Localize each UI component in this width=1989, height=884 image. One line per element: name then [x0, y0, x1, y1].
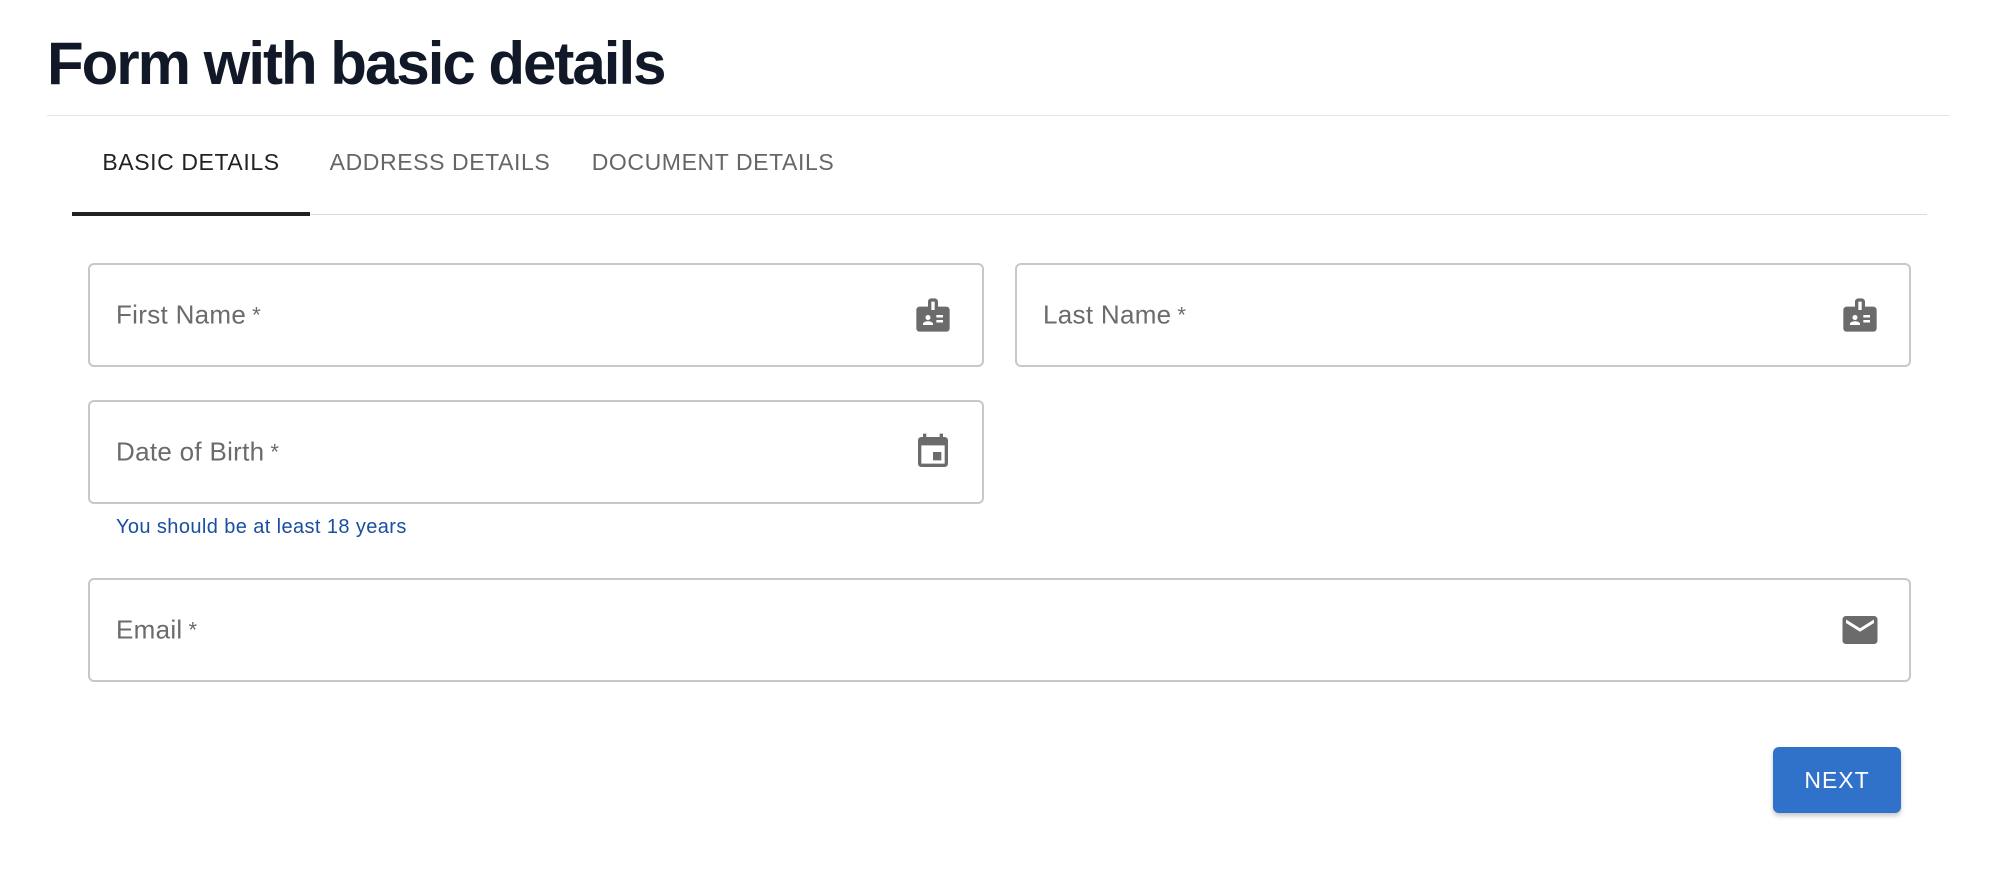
required-mark: *: [1177, 302, 1187, 328]
first-name-label: First Name *: [116, 300, 261, 331]
last-name-label: Last Name *: [1043, 300, 1186, 331]
tab-address-details[interactable]: ADDRESS DETAILS: [310, 118, 570, 213]
first-name-label-text: First Name: [116, 299, 247, 330]
form-page: Form with basic details BASIC DETAILS AD…: [0, 0, 1989, 884]
next-button[interactable]: NEXT: [1773, 747, 1901, 813]
required-mark: *: [188, 617, 198, 643]
mail-icon: [1839, 609, 1881, 651]
active-tab-indicator: [72, 212, 310, 216]
date-of-birth-label: Date of Birth *: [116, 437, 279, 468]
date-of-birth-label-text: Date of Birth: [116, 436, 265, 467]
tab-document-details[interactable]: DOCUMENT DETAILS: [570, 118, 856, 213]
required-mark: *: [252, 302, 261, 328]
badge-icon: [912, 294, 954, 336]
calendar-icon[interactable]: [912, 431, 954, 473]
tab-bar: BASIC DETAILS ADDRESS DETAILS DOCUMENT D…: [72, 118, 1927, 216]
title-divider: [47, 115, 1950, 116]
tab-basic-details[interactable]: BASIC DETAILS: [72, 118, 310, 213]
email-label-text: Email: [116, 614, 183, 645]
email-field[interactable]: Email *: [88, 578, 1911, 682]
last-name-label-text: Last Name: [1043, 299, 1172, 330]
date-of-birth-field[interactable]: Date of Birth *: [88, 400, 984, 504]
badge-icon: [1839, 294, 1881, 336]
date-of-birth-helper-text: You should be at least 18 years: [116, 516, 407, 538]
page-title: Form with basic details: [47, 30, 666, 97]
required-mark: *: [270, 439, 280, 465]
last-name-field[interactable]: Last Name *: [1015, 263, 1911, 367]
first-name-field[interactable]: First Name *: [88, 263, 984, 367]
email-label: Email *: [116, 615, 197, 646]
